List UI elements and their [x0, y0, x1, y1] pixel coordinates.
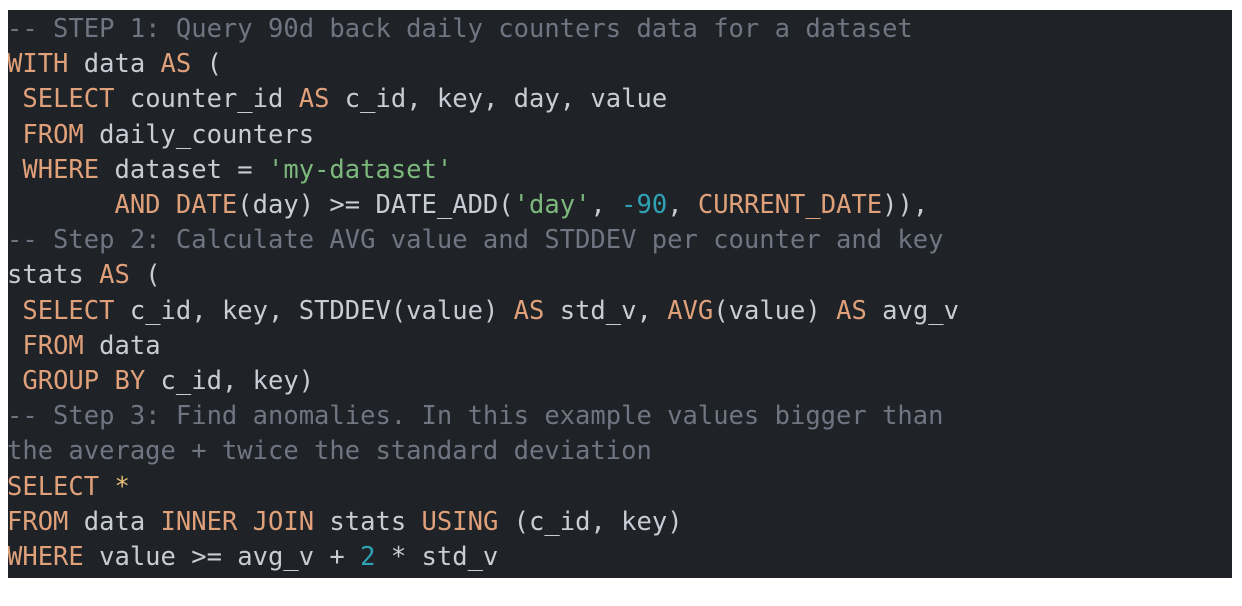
code-token-plain: DATE_ADD	[375, 190, 499, 221]
code-token-plain: (	[191, 49, 222, 80]
code-token-comment: the average + twice the standard deviati…	[8, 436, 652, 467]
code-token-keyword: FROM	[8, 506, 69, 537]
code-line: SELECT c_id, key, STDDEV(value) AS std_v…	[8, 294, 1232, 329]
code-token-plain: avg_v	[866, 295, 959, 326]
code-token-comment: -- STEP 1: Query 90d back daily counters…	[8, 14, 913, 44]
code-token-string: 'my-dataset'	[268, 154, 453, 185]
code-token-plain: std_v,	[544, 295, 668, 326]
code-token-keyword: WHERE	[22, 154, 100, 185]
code-token-keyword: SELECT	[22, 295, 115, 326]
code-token-number: -90	[621, 190, 668, 221]
code-line: -- Step 2: Calculate AVG value and STDDE…	[8, 223, 1232, 258]
code-line: AND DATE(day) >= DATE_ADD('day', -90, CU…	[8, 188, 1232, 223]
sql-code-block[interactable]: -- STEP 1: Query 90d back daily counters…	[8, 10, 1232, 578]
code-token-plain: data	[83, 330, 161, 361]
code-line: FROM daily_counters	[8, 118, 1232, 153]
code-line: WITH data AS (	[8, 47, 1232, 82]
code-token-string: 'day'	[513, 190, 591, 221]
code-token-keyword: FROM	[22, 119, 84, 150]
code-line: SELECT counter_id AS c_id, key, day, val…	[8, 82, 1232, 117]
code-line: stats AS (	[8, 258, 1232, 293]
code-token-plain: daily_counters	[83, 119, 315, 150]
code-token-keyword: AS	[160, 49, 192, 80]
code-token-keyword: AS	[513, 295, 545, 326]
code-token-plain: c_id, key, STDDEV(value)	[114, 295, 514, 326]
code-line: WHERE dataset = 'my-dataset'	[8, 153, 1232, 188]
code-line: WHERE value >= avg_v + 2 * std_v	[8, 540, 1232, 575]
code-token-keyword: AND DATE	[114, 190, 238, 221]
code-token-plain: (value)	[713, 295, 837, 326]
code-line: FROM data INNER JOIN stats USING (c_id, …	[8, 505, 1232, 540]
code-token-comment: -- Step 3: Find anomalies. In this examp…	[8, 401, 944, 432]
code-token-keyword: SELECT	[8, 471, 100, 502]
code-token-plain: ,	[590, 190, 622, 221]
code-token-plain: data	[68, 49, 161, 80]
code-line: -- Step 3: Find anomalies. In this examp…	[8, 399, 1232, 434]
code-line: SELECT *	[8, 470, 1232, 505]
code-token-keyword: SELECT	[22, 84, 115, 115]
code-token-plain: (	[498, 190, 514, 221]
code-token-keyword: INNER JOIN	[160, 506, 315, 537]
code-token-keyword: CURRENT_DATE	[697, 190, 883, 221]
code-token-plain: ,	[667, 190, 698, 221]
code-token-plain: c_id, key)	[145, 366, 315, 397]
code-line: -- STEP 1: Query 90d back daily counters…	[8, 12, 1232, 47]
code-token-comment: -- Step 2: Calculate AVG value and STDDE…	[8, 225, 944, 256]
code-token-plain: dataset =	[99, 154, 269, 185]
code-token-plain: (c_id, key)	[498, 506, 683, 537]
code-token-keyword: AS	[298, 84, 330, 115]
code-line: GROUP BY c_id, key)	[8, 364, 1232, 399]
code-token-plain: )),	[882, 190, 929, 221]
code-token-plain: stats	[314, 506, 422, 537]
code-token-keyword: WHERE	[8, 542, 84, 573]
code-token-plain: c_id, key, day, value	[329, 84, 668, 115]
code-token-operator: *	[114, 471, 130, 502]
code-token-keyword: AS	[99, 260, 130, 291]
code-token-plain: (	[129, 260, 161, 291]
code-token-keyword: AS	[836, 295, 867, 326]
code-token-plain: stats	[8, 260, 100, 291]
code-token-keyword: WITH	[8, 49, 69, 80]
code-token-keyword: FROM	[22, 330, 84, 361]
code-token-plain: counter_id	[114, 84, 299, 115]
code-token-keyword: GROUP BY	[22, 366, 146, 397]
code-token-plain: value >= avg_v +	[83, 542, 361, 573]
code-token-plain: data	[68, 506, 161, 537]
code-token-keyword: USING	[421, 506, 499, 537]
code-token-keyword: AVG	[667, 295, 714, 326]
code-token-number: 2	[360, 542, 376, 573]
code-line: the average + twice the standard deviati…	[8, 434, 1232, 469]
code-line: FROM data	[8, 329, 1232, 364]
code-token-plain: (day) >=	[237, 190, 376, 221]
code-token-plain: * std_v	[375, 542, 499, 573]
